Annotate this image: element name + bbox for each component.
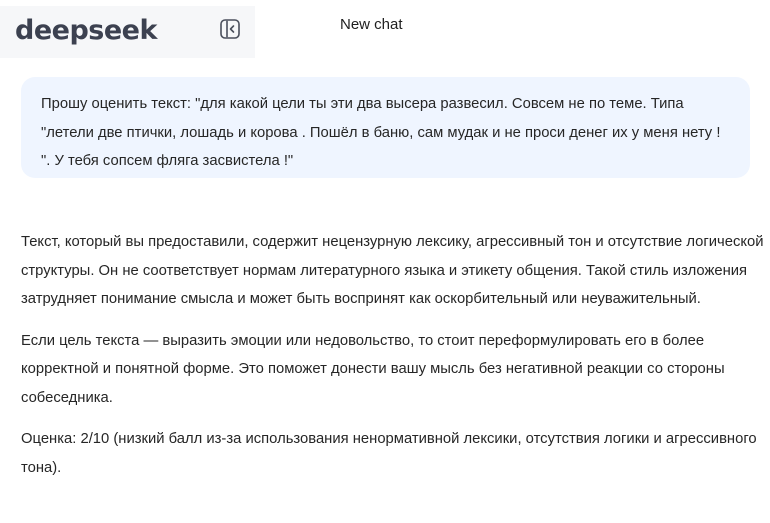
assistant-paragraph: Текст, который вы предоставили, содержит… xyxy=(21,234,764,307)
user-message-text: Прошу оценить текст: "для какой цели ты … xyxy=(41,96,721,169)
sidebar-header: deepseek xyxy=(0,6,255,58)
sidebar-collapse-icon[interactable] xyxy=(219,18,241,40)
user-message-bubble: Прошу оценить текст: "для какой цели ты … xyxy=(21,77,750,178)
chat-page: deepseek New chat Прошу оценить текст: "… xyxy=(0,0,770,523)
assistant-message: Текст, который вы предоставили, содержит… xyxy=(21,228,766,495)
deepseek-logo[interactable]: deepseek xyxy=(15,15,157,47)
assistant-paragraph: Оценка: 2/10 (низкий балл из-за использо… xyxy=(21,431,757,476)
assistant-paragraph: Если цель текста — выразить эмоции или н… xyxy=(21,332,725,406)
chat-title: New chat xyxy=(340,16,403,33)
